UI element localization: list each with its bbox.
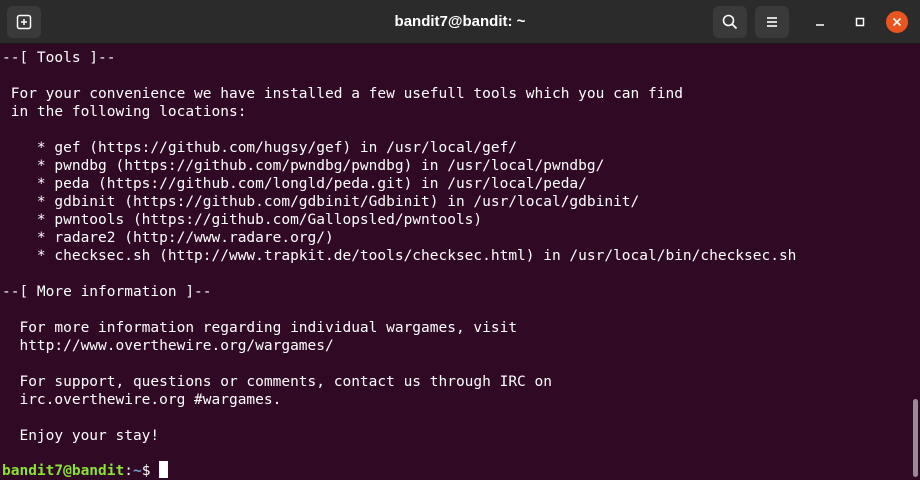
terminal-line: * pwntools (https://github.com/Gallopsle…	[2, 212, 483, 228]
terminal-line: * gdbinit (https://github.com/gdbinit/Gd…	[2, 194, 640, 210]
terminal-line: http://www.overthewire.org/wargames/	[2, 338, 334, 354]
terminal-line: --[ Tools ]--	[2, 50, 116, 66]
terminal-line: --[ More information ]--	[2, 284, 212, 300]
hamburger-menu-icon	[767, 17, 777, 27]
scrollbar[interactable]	[910, 44, 920, 480]
prompt-symbol: $	[141, 463, 160, 479]
close-button[interactable]	[886, 11, 908, 33]
terminal-line: in the following locations:	[2, 104, 247, 120]
terminal-line: For your convenience we have installed a…	[2, 86, 683, 102]
maximize-icon	[855, 17, 865, 27]
terminal-line: For support, questions or comments, cont…	[2, 374, 552, 390]
search-icon	[722, 14, 738, 30]
terminal-line: * radare2 (http://www.radare.org/)	[2, 230, 334, 246]
terminal-line: irc.overthewire.org #wargames.	[2, 392, 282, 408]
text-cursor	[159, 461, 169, 478]
terminal-output[interactable]: --[ Tools ]-- For your convenience we ha…	[0, 44, 910, 480]
prompt-separator: :	[124, 463, 133, 479]
scrollbar-thumb[interactable]	[913, 399, 918, 477]
terminal-line: For more information regarding individua…	[2, 320, 518, 336]
terminal-line: * pwndbg (https://github.com/pwndbg/pwnd…	[2, 158, 605, 174]
terminal-line: * gef (https://github.com/hugsy/gef) in …	[2, 140, 518, 156]
terminal-line: * checksec.sh (http://www.trapkit.de/too…	[2, 248, 797, 264]
close-icon	[892, 17, 902, 27]
terminal-line: * peda (https://github.com/longld/peda.g…	[2, 176, 587, 192]
prompt-path: ~	[132, 463, 142, 479]
maximize-button[interactable]	[849, 11, 871, 33]
terminal-line: Enjoy your stay!	[2, 428, 160, 444]
minimize-button[interactable]	[809, 11, 831, 33]
title-bar: bandit7@bandit: ~	[0, 0, 920, 44]
prompt-user-host: bandit7@bandit	[2, 463, 125, 479]
command-prompt[interactable]: bandit7@bandit:~$	[2, 461, 169, 480]
terminal-lines: --[ Tools ]-- For your convenience we ha…	[2, 49, 796, 463]
menu-button[interactable]	[755, 6, 789, 38]
search-button[interactable]	[713, 6, 747, 38]
minimize-icon	[816, 24, 824, 26]
